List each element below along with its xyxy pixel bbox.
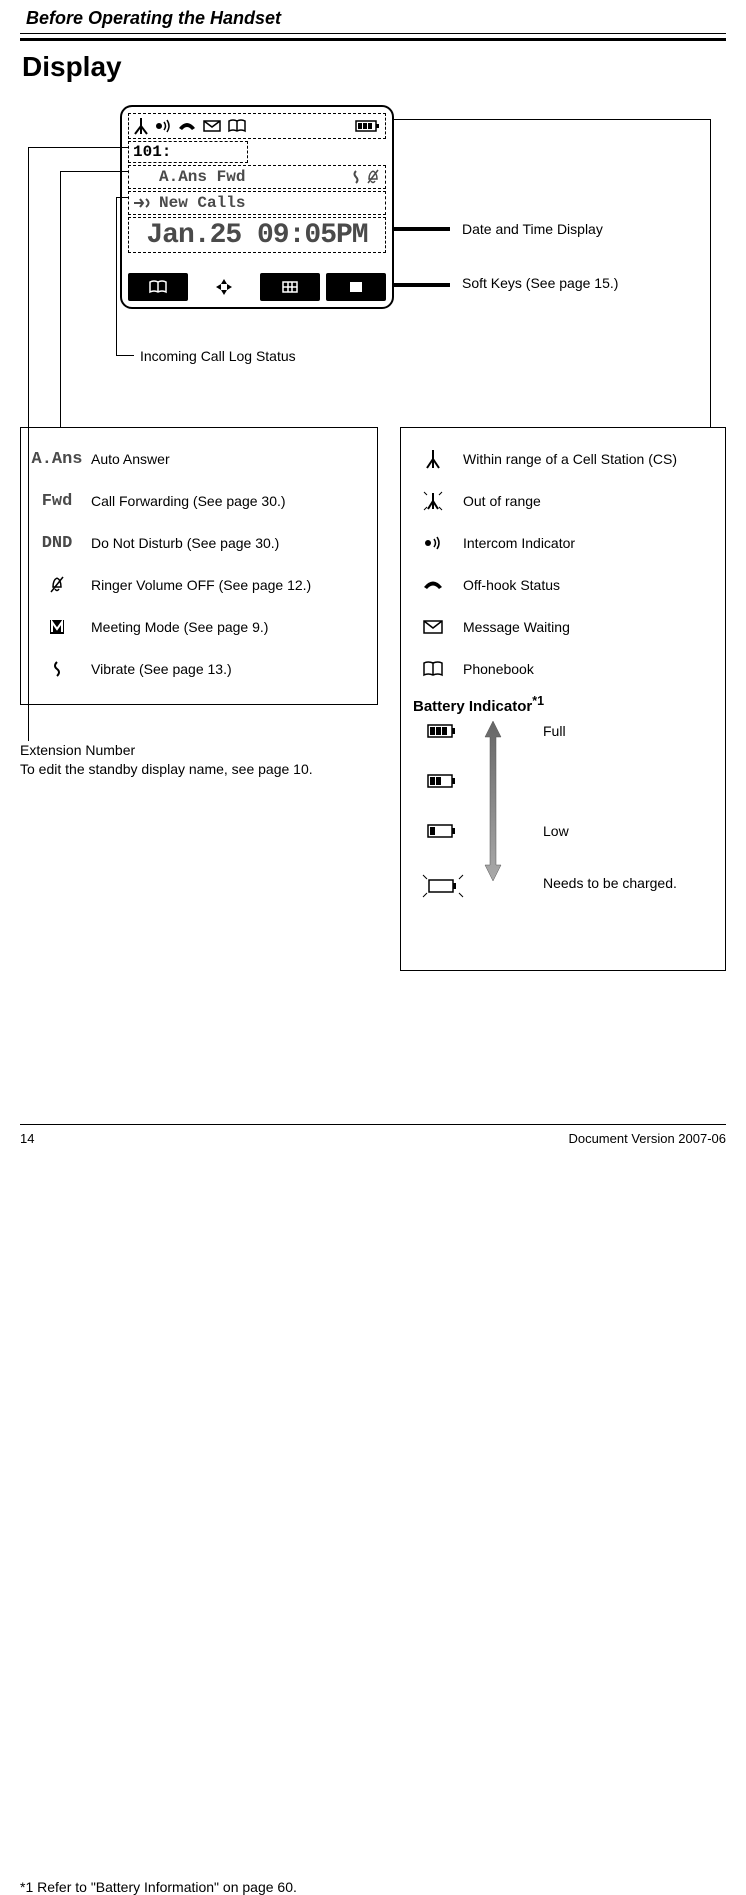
legend-row-offhook: Off-hook Status [413, 564, 713, 606]
dnd-label: Do Not Disturb (See page 30.) [91, 535, 279, 551]
legend-row-outrange: Out of range [413, 480, 713, 522]
diagram-canvas: 101: A.Ans Fwd New Calls Jan.25 09:05PM [20, 105, 726, 985]
softkey-row [128, 273, 386, 301]
footer-rule [20, 1124, 726, 1125]
legend-row-aans: A.Ans Auto Answer [33, 438, 365, 480]
legend-row-ringer: Ringer Volume OFF (See page 12.) [33, 564, 365, 606]
legend-left: A.Ans Auto Answer Fwd Call Forwarding (S… [20, 427, 378, 705]
page-footer: 14 Document Version 2007-06 [0, 1124, 746, 1164]
battery-two-icon [427, 773, 457, 789]
battery-low-label: Low [543, 823, 569, 839]
calls-row: New Calls [128, 191, 386, 215]
page-number: 14 [20, 1131, 34, 1146]
legend-row-fwd: Fwd Call Forwarding (See page 30.) [33, 480, 365, 522]
extension-number: 101: [133, 143, 171, 161]
ringer-label: Ringer Volume OFF (See page 12.) [91, 577, 311, 593]
callout-line [394, 283, 450, 287]
dnd-icon: DND [42, 534, 73, 553]
callout-line [116, 197, 117, 355]
meeting-icon [49, 619, 65, 635]
signal-blink-icon [421, 489, 445, 513]
softkey-1 [128, 273, 188, 301]
meeting-label: Meeting Mode (See page 9.) [91, 619, 268, 635]
battery-full-label: Full [543, 723, 566, 739]
battery-full-icon [427, 723, 457, 739]
offhook-icon [177, 120, 197, 132]
battery-arrow-icon [483, 721, 503, 881]
legend-row-dnd: DND Do Not Disturb (See page 30.) [33, 522, 365, 564]
datetime-row: Jan.25 09:05PM [128, 217, 386, 253]
softkey-2 [194, 273, 254, 301]
ext-note-line1: Extension Number [20, 741, 313, 760]
softkey-4 [326, 273, 386, 301]
legend-row-intercom: Intercom Indicator [413, 522, 713, 564]
vibrate-icon [351, 169, 361, 185]
callout-line [60, 171, 61, 427]
legend-right: Within range of a Cell Station (CS) Out … [400, 427, 726, 971]
vibrate-label: Vibrate (See page 13.) [91, 661, 232, 677]
aans-icon: A.Ans [32, 450, 83, 469]
datetime-text: Jan.25 09:05PM [146, 220, 367, 251]
callout-line [60, 171, 128, 172]
softkeys-callout: Soft Keys (See page 15.) [462, 275, 618, 291]
bell-off-icon [50, 576, 64, 594]
callout-line [116, 197, 128, 198]
vibrate-icon [51, 660, 63, 678]
ext-note-line2: To edit the standby display name, see pa… [20, 760, 313, 779]
datetime-callout: Date and Time Display [462, 221, 603, 237]
aans-label: Auto Answer [91, 451, 170, 467]
message-icon [423, 620, 443, 634]
rule-thick [20, 38, 726, 41]
phonebook-icon [227, 119, 247, 133]
offhook-label: Off-hook Status [463, 577, 560, 593]
phonebook-icon [422, 661, 444, 677]
signal-icon [133, 117, 149, 135]
mode-row: A.Ans Fwd [128, 165, 386, 189]
footnote: *1 Refer to "Battery Information" on pag… [20, 1879, 726, 1895]
chapter-header: Before Operating the Handset [20, 0, 726, 33]
extension-note: Extension Number To edit the standby dis… [20, 741, 313, 779]
offhook-icon [422, 578, 444, 592]
callout-line [116, 355, 134, 356]
bell-off-icon [367, 169, 379, 185]
status-bar [128, 113, 386, 139]
callout-line [394, 119, 710, 120]
phone-screen: 101: A.Ans Fwd New Calls Jan.25 09:05PM [120, 105, 394, 309]
battery-one-icon [427, 823, 457, 839]
callout-line [28, 147, 128, 148]
rule-thin [20, 33, 726, 34]
legend-row-vibrate: Vibrate (See page 13.) [33, 648, 365, 690]
mode-text: A.Ans Fwd [159, 168, 245, 186]
doc-version: Document Version 2007-06 [568, 1131, 726, 1146]
callout-line [394, 227, 450, 231]
phonebook-label: Phonebook [463, 661, 534, 677]
message-icon [203, 120, 221, 132]
battery-needs-label: Needs to be charged. [543, 875, 677, 891]
signal-icon [425, 449, 441, 469]
fwd-icon: Fwd [42, 492, 73, 511]
legend-row-phonebook: Phonebook [413, 648, 713, 690]
intercom-icon [155, 119, 171, 133]
inrange-label: Within range of a Cell Station (CS) [463, 451, 677, 467]
msg-label: Message Waiting [463, 619, 570, 635]
battery-icon [355, 119, 381, 133]
extension-row: 101: [128, 141, 248, 163]
calls-text: New Calls [159, 194, 245, 212]
outrange-label: Out of range [463, 493, 541, 509]
battery-empty-blink-icon [421, 873, 465, 899]
legend-row-meeting: Meeting Mode (See page 9.) [33, 606, 365, 648]
intercom-icon [424, 535, 442, 551]
fwd-label: Call Forwarding (See page 30.) [91, 493, 286, 509]
incoming-call-icon [133, 196, 153, 210]
legend-row-inrange: Within range of a Cell Station (CS) [413, 438, 713, 480]
section-title: Display [20, 51, 726, 83]
intercom-label: Intercom Indicator [463, 535, 575, 551]
callout-line [710, 119, 711, 427]
battery-indicator-title: Battery Indicator*1 [413, 694, 713, 715]
legend-row-msg: Message Waiting [413, 606, 713, 648]
softkey-3 [260, 273, 320, 301]
incoming-callout: Incoming Call Log Status [140, 348, 296, 364]
